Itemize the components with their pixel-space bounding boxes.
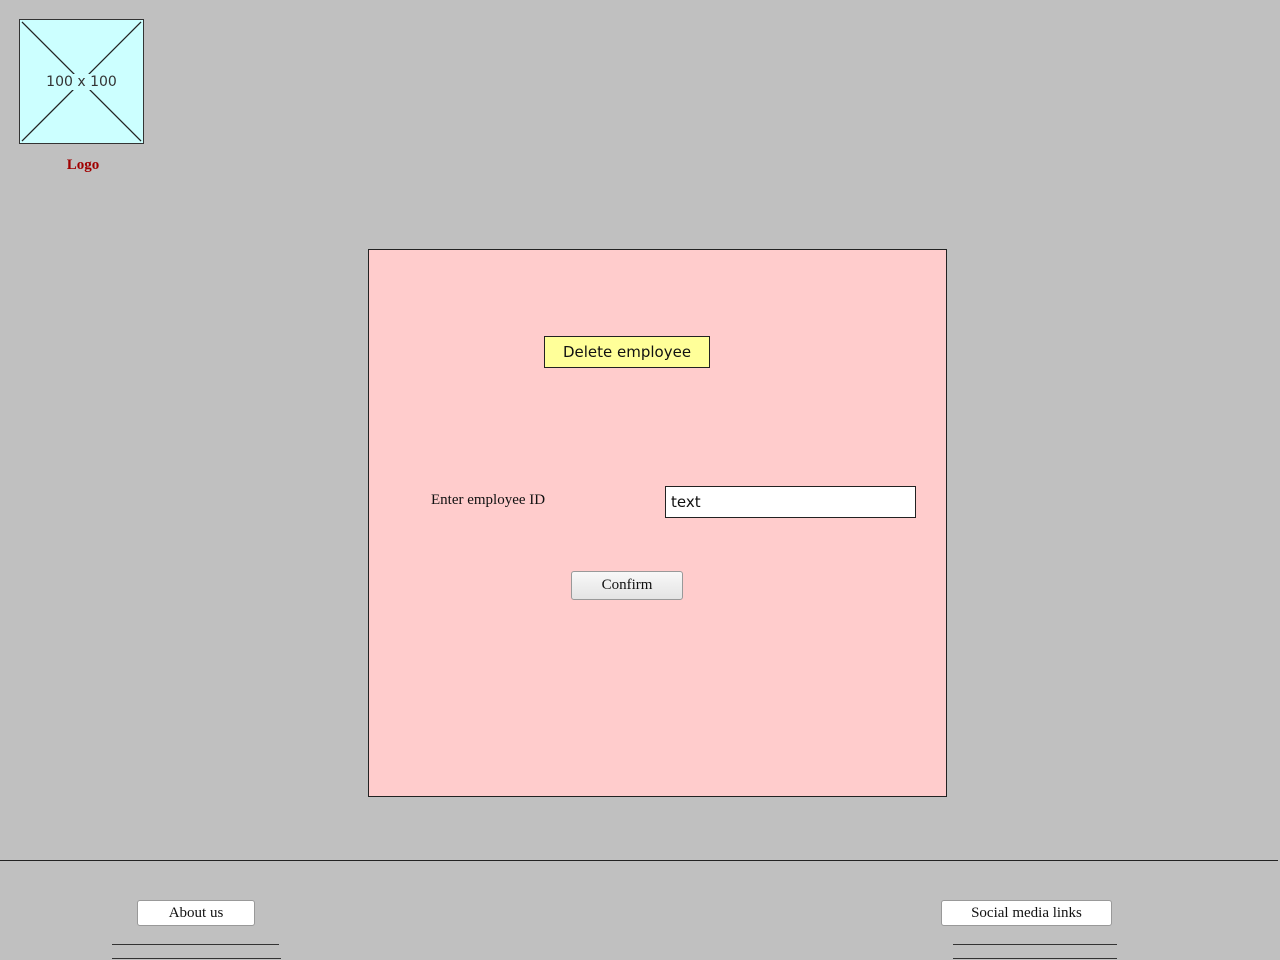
footer-rule-right-2	[953, 958, 1117, 959]
footer-rule-right-1	[953, 944, 1117, 945]
footer-divider	[0, 860, 1278, 861]
logo-label: Logo	[66, 157, 100, 173]
footer-rule-left-2	[112, 958, 281, 959]
logo-placeholder-icon: 100 x 100	[19, 19, 144, 144]
page: 100 x 100 Logo Delete employee Enter emp…	[0, 0, 1280, 960]
employee-id-label: Enter employee ID	[431, 492, 546, 508]
delete-employee-panel: Delete employee Enter employee ID Confir…	[368, 249, 947, 797]
logo-dimensions-text: 100 x 100	[44, 74, 119, 90]
footer-rule-left-1	[112, 944, 279, 945]
about-us-button[interactable]: About us	[137, 900, 255, 926]
social-media-links-button[interactable]: Social media links	[941, 900, 1112, 926]
employee-id-input[interactable]	[665, 486, 916, 518]
page-title: Delete employee	[544, 336, 710, 368]
confirm-button[interactable]: Confirm	[571, 571, 683, 600]
